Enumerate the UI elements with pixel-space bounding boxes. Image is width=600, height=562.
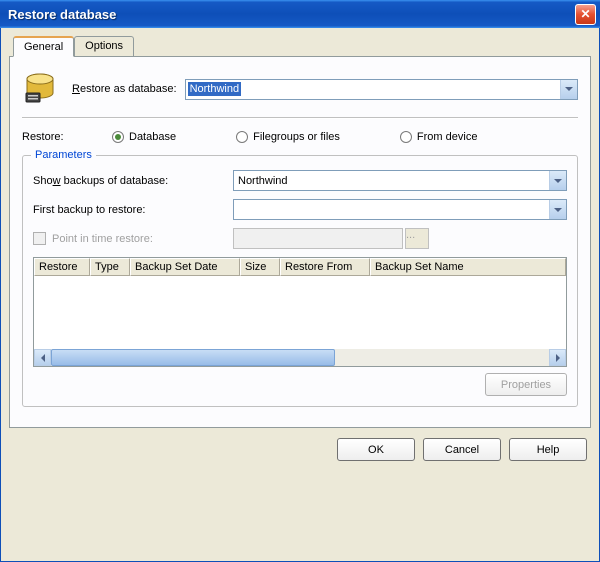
horizontal-scrollbar[interactable] [34,349,566,366]
parameters-group: Parameters Show backups of database: Nor… [22,155,578,407]
col-name[interactable]: Backup Set Name [370,258,566,276]
separator [22,117,578,119]
title-bar: Restore database ✕ [0,0,600,28]
col-type[interactable]: Type [90,258,130,276]
window-title: Restore database [8,7,575,22]
first-backup-label: First backup to restore: [33,204,233,216]
properties-row: Properties [33,373,567,396]
point-in-time-checkbox [33,232,46,245]
point-in-time-browse: ... [405,228,429,249]
radio-icon [112,131,124,143]
show-backups-value: Northwind [236,174,290,188]
point-in-time-textbox [233,228,403,249]
show-backups-row: Show backups of database: Northwind [33,170,567,191]
first-backup-row: First backup to restore: [33,199,567,220]
tab-panel-general: Restore as database: Northwind Restore: … [9,56,591,428]
point-in-time-label: Point in time restore: [52,233,153,245]
arrow-left-icon [41,354,45,362]
close-button[interactable]: ✕ [575,4,596,25]
restore-as-combo[interactable]: Northwind [185,79,578,100]
restore-as-value: Northwind [188,82,242,96]
restore-as-label: Restore as database: [72,83,177,95]
tab-options[interactable]: Options [74,36,134,56]
chevron-down-icon[interactable] [549,171,566,190]
scroll-left-button[interactable] [34,349,51,366]
radio-icon [400,131,412,143]
show-backups-label: Show backups of database: [33,175,233,187]
first-backup-value [236,209,240,211]
scroll-right-button[interactable] [549,349,566,366]
backup-grid: Restore Type Backup Set Date Size Restor… [33,257,567,367]
close-icon: ✕ [580,7,590,21]
properties-button: Properties [485,373,567,396]
dialog-buttons: OK Cancel Help [9,428,591,473]
arrow-right-icon [556,354,560,362]
database-icon [22,71,58,107]
radio-icon [236,131,248,143]
restore-mode-row: Restore: Database Filegroups or files Fr… [22,131,578,143]
tab-strip: General Options [13,36,591,56]
parameters-legend: Parameters [31,149,96,161]
restore-label: Restore: [22,131,112,143]
col-restore[interactable]: Restore [34,258,90,276]
first-backup-combo[interactable] [233,199,567,220]
restore-as-row: Restore as database: Northwind [22,71,578,107]
radio-filegroups[interactable]: Filegroups or files [236,131,340,143]
col-from[interactable]: Restore From [280,258,370,276]
point-in-time-row: Point in time restore: ... [33,228,567,249]
radio-from-device[interactable]: From device [400,131,478,143]
chevron-down-icon[interactable] [560,80,577,99]
grid-header: Restore Type Backup Set Date Size Restor… [34,258,566,276]
col-date[interactable]: Backup Set Date [130,258,240,276]
cancel-button[interactable]: Cancel [423,438,501,461]
help-button[interactable]: Help [509,438,587,461]
col-size[interactable]: Size [240,258,280,276]
chevron-down-icon[interactable] [549,200,566,219]
radio-database[interactable]: Database [112,131,176,143]
client-area: General Options Restore as database: Nor… [0,28,600,562]
restore-radio-group: Database Filegroups or files From device [112,131,477,143]
ok-button[interactable]: OK [337,438,415,461]
grid-body [34,276,566,349]
show-backups-combo[interactable]: Northwind [233,170,567,191]
scroll-thumb[interactable] [51,349,335,366]
tab-general[interactable]: General [13,36,74,57]
scroll-track[interactable] [51,349,549,366]
